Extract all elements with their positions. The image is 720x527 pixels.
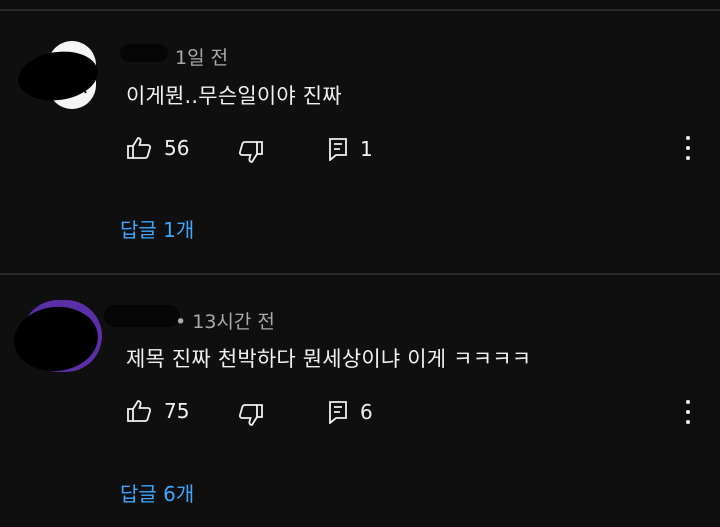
thumb-up-icon: [127, 400, 152, 422]
like-count: 75: [164, 399, 190, 423]
like-count: 56: [164, 136, 190, 160]
reply-button[interactable]: 1: [328, 137, 373, 161]
like-button[interactable]: 75: [126, 399, 189, 423]
comment-icon: [329, 401, 347, 424]
comment-text: 제목 진짜 천박하다 뭔세상이냐 이게 ㅋㅋㅋㅋ: [126, 347, 532, 371]
comment-icon: [329, 138, 347, 161]
more-vert-icon[interactable]: [678, 136, 698, 160]
view-replies-link[interactable]: 답글 6개: [120, 478, 194, 507]
thumb-up-icon: [127, 137, 152, 159]
reply-count: 6: [360, 400, 373, 424]
redacted-username: [120, 44, 168, 62]
comment-time: 1일 전: [175, 47, 229, 69]
like-button[interactable]: 56: [126, 136, 189, 160]
comment-text: 이게뭔..무슨일이야 진짜: [126, 84, 342, 108]
reply-button[interactable]: 6: [328, 400, 373, 424]
thumb-down-icon: [238, 404, 263, 426]
thumb-down-icon: [238, 141, 263, 163]
redacted-username: [104, 305, 180, 327]
reply-count: 1: [360, 137, 373, 161]
dislike-button[interactable]: [238, 403, 264, 427]
dislike-button[interactable]: [238, 140, 264, 164]
comment-1: 1일 전 이게뭔..무슨일이야 진짜 56 1 답글 1개: [0, 0, 720, 272]
comment-2: • 13시간 전 제목 진짜 천박하다 뭔세상이냐 이게 ㅋㅋㅋㅋ 75 6 답…: [0, 275, 720, 527]
more-vert-icon[interactable]: [678, 400, 698, 424]
comment-time: • 13시간 전: [175, 311, 275, 333]
view-replies-link[interactable]: 답글 1개: [120, 214, 194, 243]
